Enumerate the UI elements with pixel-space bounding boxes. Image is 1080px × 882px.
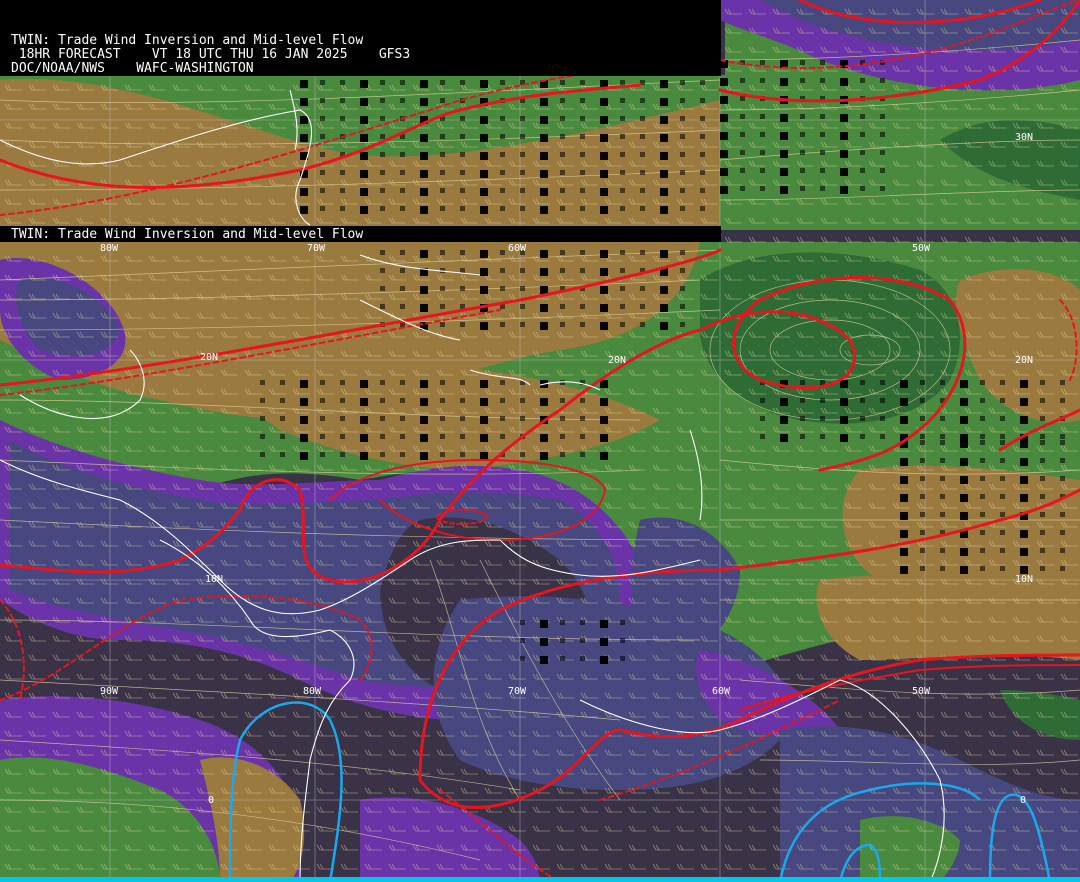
lat-label-30n: 30N bbox=[1015, 132, 1034, 143]
lon-label-70w-top: 70W bbox=[307, 243, 326, 254]
lat-label-0-right: 0 bbox=[1020, 795, 1027, 806]
lat-label-10n-right: 10N bbox=[1015, 574, 1034, 585]
header-source-line: DOC/NOAA/NWS WAFC-WASHINGTON bbox=[11, 61, 254, 76]
lon-label-80w: 80W bbox=[303, 686, 322, 697]
lat-label-10n: 10N bbox=[205, 574, 224, 585]
twin-map-panel: TWIN: Trade Wind Inversion and Mid-level… bbox=[0, 0, 1080, 882]
lon-label-60w-top: 60W bbox=[508, 243, 527, 254]
lat-label-20n: 20N bbox=[200, 352, 219, 363]
bottom-border bbox=[0, 877, 1080, 882]
lat-label-20n-mid: 20N bbox=[608, 355, 627, 366]
lon-label-50w-top: 50W bbox=[912, 243, 931, 254]
mid-title-bar: TWIN: Trade Wind Inversion and Mid-level… bbox=[0, 226, 721, 242]
lon-label-50w: 50W bbox=[912, 686, 931, 697]
mid-title: TWIN: Trade Wind Inversion and Mid-level… bbox=[11, 227, 364, 242]
weather-map bbox=[0, 0, 1080, 882]
lon-label-70w: 70W bbox=[508, 686, 527, 697]
header-forecast-line: 18HR FORECAST VT 18 UTC THU 16 JAN 2025 … bbox=[11, 47, 411, 62]
header-title: TWIN: Trade Wind Inversion and Mid-level… bbox=[11, 33, 364, 48]
lon-label-90w: 90W bbox=[100, 686, 119, 697]
lat-label-20n-right: 20N bbox=[1015, 355, 1034, 366]
header-panel: TWIN: Trade Wind Inversion and Mid-level… bbox=[0, 0, 721, 76]
lon-label-80w-top: 80W bbox=[100, 243, 119, 254]
lon-label-60w: 60W bbox=[712, 686, 731, 697]
lat-label-0: 0 bbox=[208, 795, 215, 806]
